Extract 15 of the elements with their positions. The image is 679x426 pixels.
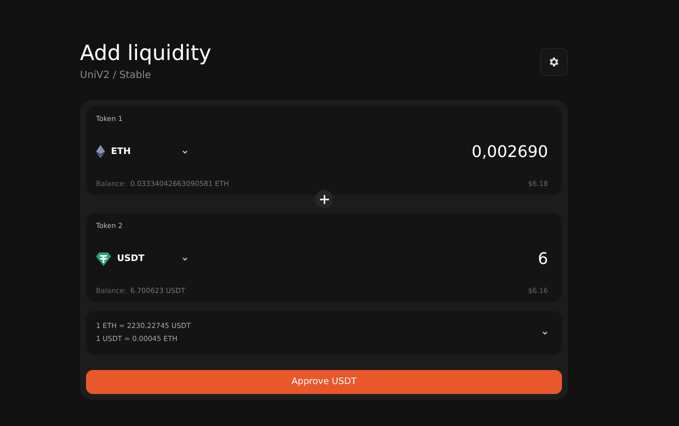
token-logo-icon	[96, 252, 111, 266]
approve-button[interactable]: Approve USDT	[86, 370, 562, 394]
settings-button[interactable]	[540, 48, 568, 76]
token-selector[interactable]: ETH	[96, 145, 188, 158]
amount-field[interactable]: 6	[538, 249, 548, 268]
chevron-down-icon	[542, 331, 548, 335]
page-title: Add liquidity	[80, 40, 212, 66]
plus-icon	[315, 190, 333, 208]
token-selector[interactable]: USDT	[96, 252, 188, 266]
pool-subtitle: UniV2 / Stable	[80, 70, 152, 81]
diamond-icon	[96, 145, 105, 158]
settings-icon	[548, 56, 560, 68]
chevron-down-icon	[182, 256, 188, 260]
amount-field[interactable]: 0,002690	[472, 142, 548, 161]
chevron-down-icon	[182, 150, 188, 154]
